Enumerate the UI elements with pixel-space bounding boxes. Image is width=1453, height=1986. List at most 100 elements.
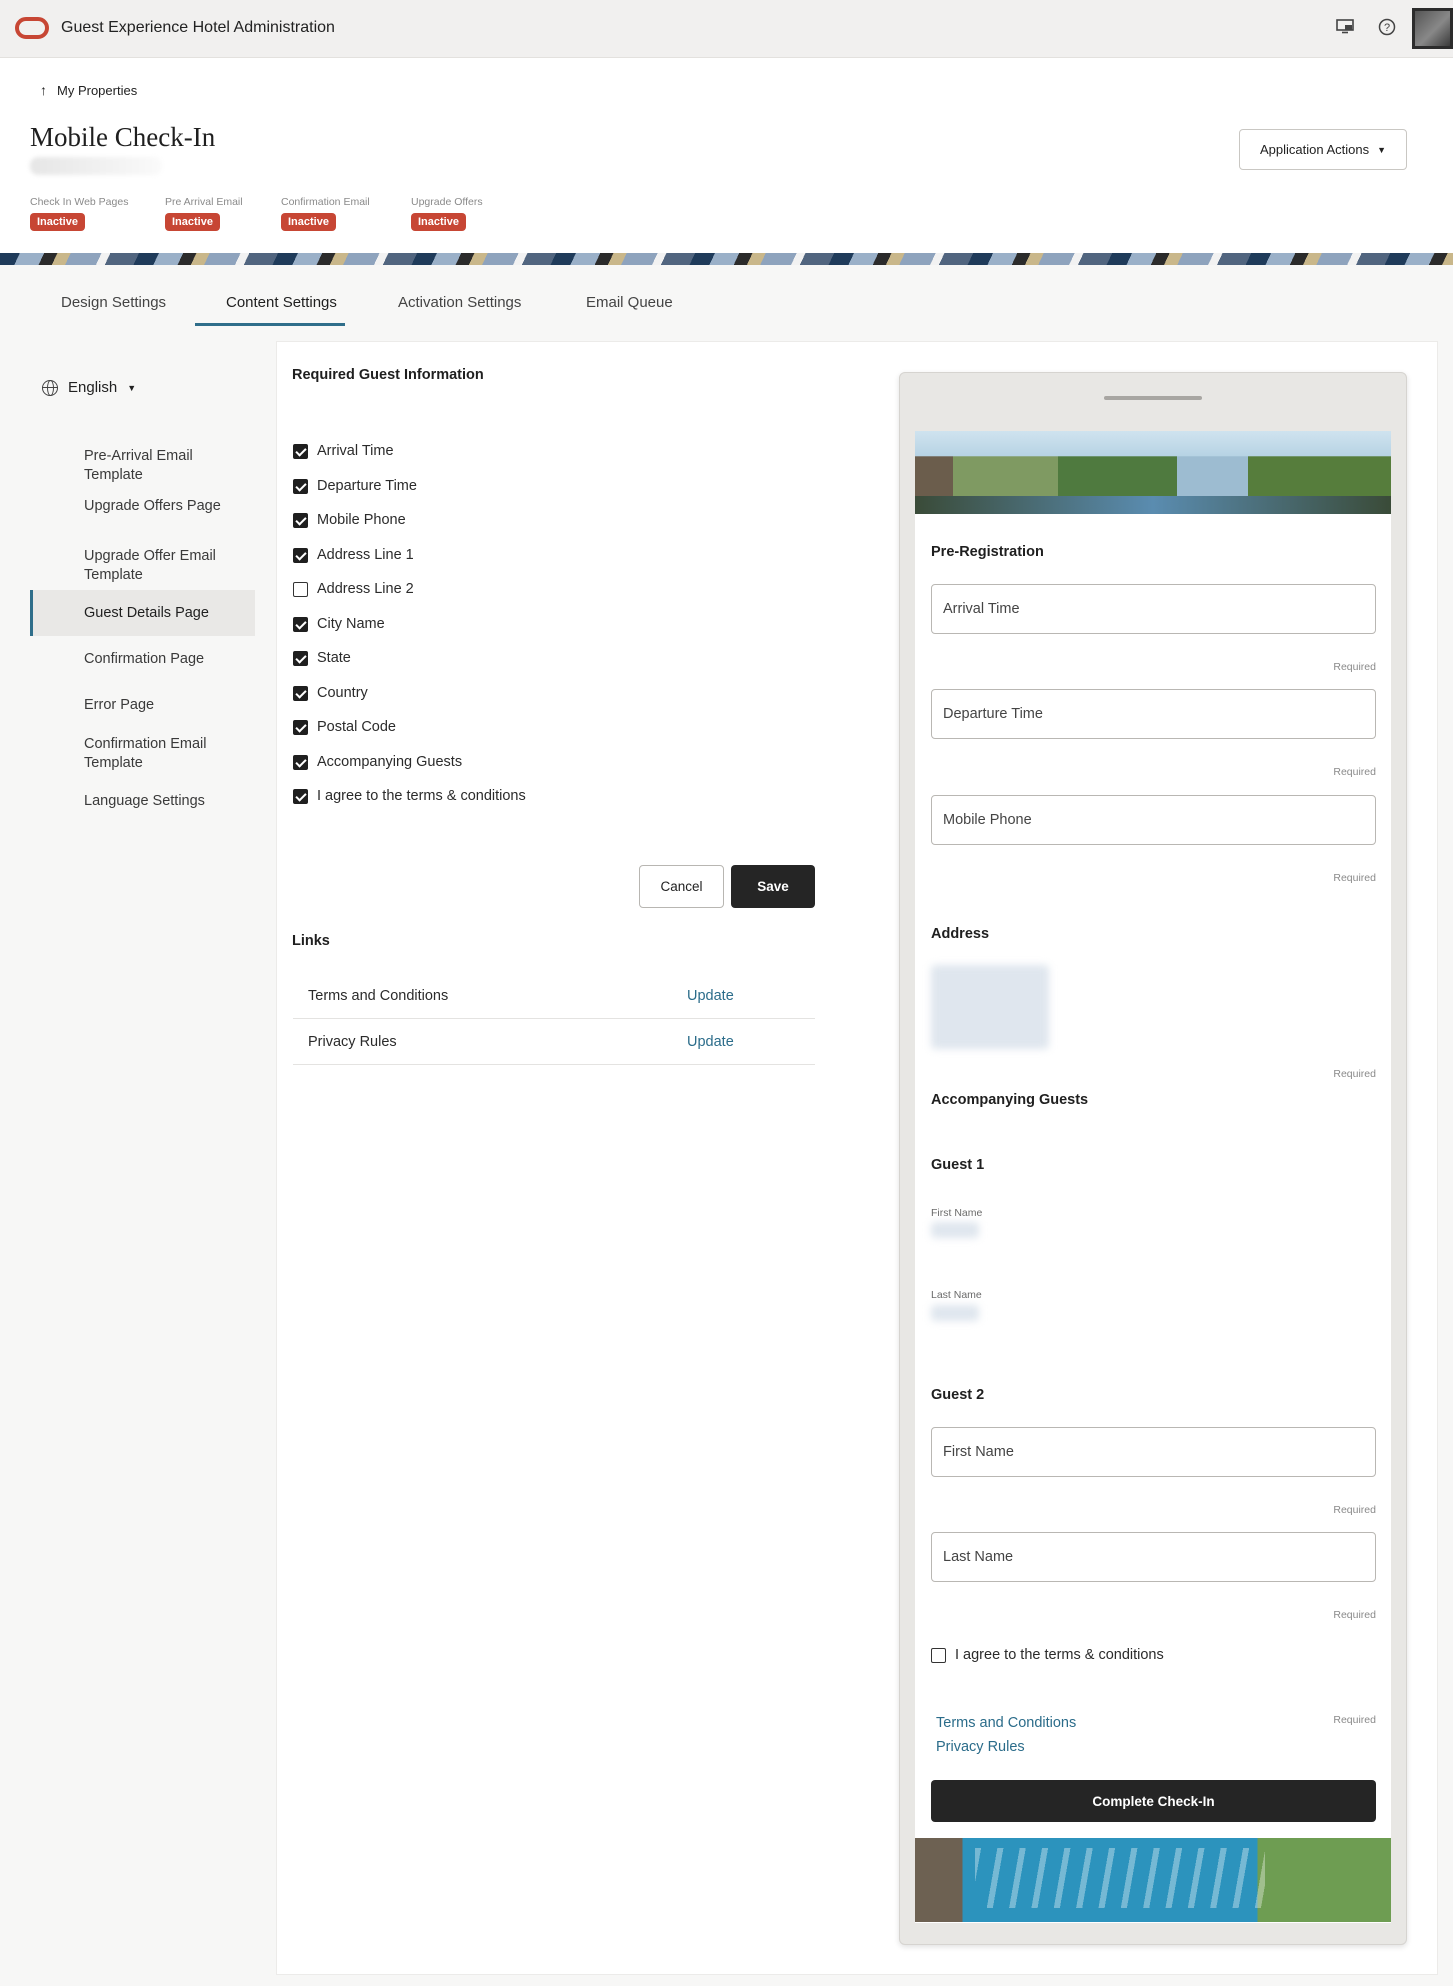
phone-speaker — [1104, 396, 1202, 400]
status-badge: Inactive — [30, 213, 85, 231]
svg-text:?: ? — [1384, 22, 1390, 34]
checkbox[interactable] — [293, 616, 308, 632]
mobile-preview-screen — [915, 431, 1391, 1923]
caret-down-icon: ▼ — [1377, 144, 1387, 155]
application-actions-button[interactable]: Application Actions ▼ — [1239, 129, 1407, 170]
checkbox-row-terms-agreement[interactable]: I agree to the terms & conditions — [293, 788, 526, 804]
checkbox[interactable] — [293, 754, 308, 770]
sidebar-item-pre-arrival-email-template[interactable]: Pre-Arrival Email Template — [84, 447, 234, 485]
sidebar-item-confirmation-email-template[interactable]: Confirmation Email Template — [84, 735, 234, 773]
preview-terms-link[interactable]: Terms and Conditions — [936, 1715, 1076, 1731]
sidebar-item-confirmation-page[interactable]: Confirmation Page — [84, 650, 234, 669]
language-selector[interactable]: English ▼ — [42, 379, 136, 396]
checkbox[interactable] — [293, 650, 308, 666]
checkbox[interactable] — [293, 719, 308, 735]
decorative-pattern-banner — [0, 253, 1453, 265]
checkbox[interactable] — [293, 788, 308, 804]
preview-privacy-link[interactable]: Privacy Rules — [936, 1739, 1025, 1755]
caret-down-icon: ▼ — [127, 382, 137, 393]
required-note: Required — [1333, 1504, 1376, 1516]
status-label: Confirmation Email — [281, 196, 370, 208]
guest-1-first-name-label: First Name — [931, 1207, 983, 1219]
update-privacy-link[interactable]: Update — [687, 1034, 734, 1050]
cancel-button[interactable]: Cancel — [639, 865, 724, 908]
status-upgrade-offers: Upgrade Offers Inactive — [411, 196, 483, 231]
checkbox-label: Country — [317, 685, 368, 701]
status-label: Pre Arrival Email — [165, 196, 243, 208]
checkbox-row-departure-time[interactable]: Departure Time — [293, 478, 417, 494]
link-row-terms: Terms and Conditions Update — [293, 973, 815, 1019]
language-label: English — [68, 379, 118, 396]
checkbox-row-arrival-time[interactable]: Arrival Time — [293, 443, 394, 459]
checkbox[interactable] — [293, 581, 308, 597]
checkbox[interactable] — [931, 1647, 946, 1663]
required-note: Required — [1333, 766, 1376, 778]
checkbox-row-postal-code[interactable]: Postal Code — [293, 719, 396, 735]
checkbox-label: Address Line 2 — [317, 581, 414, 597]
preview-terms-checkbox-row[interactable]: I agree to the terms & conditions — [931, 1647, 1164, 1663]
tab-activation-settings[interactable]: Activation Settings — [398, 294, 521, 311]
status-pre-arrival-email: Pre Arrival Email Inactive — [165, 196, 243, 231]
preview-guest-2-last-name-field[interactable]: Last Name — [931, 1532, 1376, 1582]
sidebar-item-upgrade-offer-email-template[interactable]: Upgrade Offer Email Template — [84, 547, 234, 585]
guest-1-title: Guest 1 — [931, 1157, 985, 1173]
guest-1-first-name-blurred — [931, 1222, 979, 1238]
hotel-garden-image — [915, 431, 1391, 514]
checkbox-label: Mobile Phone — [317, 512, 406, 528]
checkbox-label: Address Line 1 — [317, 547, 414, 563]
sidebar-item-language-settings[interactable]: Language Settings — [84, 792, 234, 811]
status-badge: Inactive — [411, 213, 466, 231]
status-label: Check In Web Pages — [30, 196, 129, 208]
help-icon[interactable]: ? — [1376, 18, 1398, 40]
checkbox-label: Arrival Time — [317, 443, 394, 459]
preview-guest-2-first-name-field[interactable]: First Name — [931, 1427, 1376, 1477]
preview-mobile-phone-field[interactable]: Mobile Phone — [931, 795, 1376, 845]
checkbox-row-address-line-1[interactable]: Address Line 1 — [293, 547, 414, 563]
required-note: Required — [1333, 1609, 1376, 1621]
checkbox-label: I agree to the terms & conditions — [955, 1647, 1164, 1663]
page-title: Mobile Check-In — [30, 122, 216, 152]
required-note: Required — [1333, 872, 1376, 884]
sidebar-item-upgrade-offers-page[interactable]: Upgrade Offers Page — [84, 497, 234, 516]
update-terms-link[interactable]: Update — [687, 988, 734, 1004]
tab-content-settings[interactable]: Content Settings — [226, 294, 337, 311]
user-avatar[interactable] — [1412, 8, 1453, 49]
preview-departure-time-field[interactable]: Departure Time — [931, 689, 1376, 739]
complete-check-in-button[interactable]: Complete Check-In — [931, 1780, 1376, 1822]
checkbox[interactable] — [293, 685, 308, 701]
checkbox-label: I agree to the terms & conditions — [317, 788, 526, 804]
back-to-my-properties-link[interactable]: ↑ My Properties — [40, 82, 137, 98]
screen-share-icon[interactable] — [1334, 18, 1356, 40]
checkbox[interactable] — [293, 478, 308, 494]
hotel-pool-image — [915, 1838, 1391, 1922]
checkbox-row-country[interactable]: Country — [293, 685, 368, 701]
guest-2-title: Guest 2 — [931, 1387, 985, 1403]
save-button[interactable]: Save — [731, 865, 815, 908]
checkbox[interactable] — [293, 443, 308, 459]
checkbox-row-address-line-2[interactable]: Address Line 2 — [293, 581, 414, 597]
arrow-up-icon: ↑ — [40, 82, 47, 98]
tab-email-queue[interactable]: Email Queue — [586, 294, 673, 311]
sidebar-item-error-page[interactable]: Error Page — [84, 696, 234, 715]
address-blurred — [931, 965, 1049, 1049]
sidebar-item-guest-details-page[interactable]: Guest Details Page — [84, 604, 234, 623]
checkbox-label: State — [317, 650, 351, 666]
checkbox[interactable] — [293, 512, 308, 528]
back-link-label: My Properties — [57, 83, 138, 98]
oracle-logo-icon[interactable] — [15, 17, 49, 39]
checkbox-row-city-name[interactable]: City Name — [293, 616, 385, 632]
status-label: Upgrade Offers — [411, 196, 483, 208]
link-row-name: Terms and Conditions — [308, 988, 449, 1004]
checkbox[interactable] — [293, 547, 308, 563]
status-check-in-web-pages: Check In Web Pages Inactive — [30, 196, 128, 231]
checkbox-label: City Name — [317, 616, 385, 632]
checkbox-row-mobile-phone[interactable]: Mobile Phone — [293, 512, 406, 528]
checkbox-label: Postal Code — [317, 719, 396, 735]
tab-design-settings[interactable]: Design Settings — [61, 294, 166, 311]
checkbox-row-accompanying-guests[interactable]: Accompanying Guests — [293, 754, 462, 770]
tab-bar: Design Settings Content Settings Activat… — [0, 265, 1453, 331]
checkbox-label: Departure Time — [317, 478, 417, 494]
links-title: Links — [292, 933, 330, 949]
checkbox-row-state[interactable]: State — [293, 650, 351, 666]
preview-arrival-time-field[interactable]: Arrival Time — [931, 584, 1376, 634]
